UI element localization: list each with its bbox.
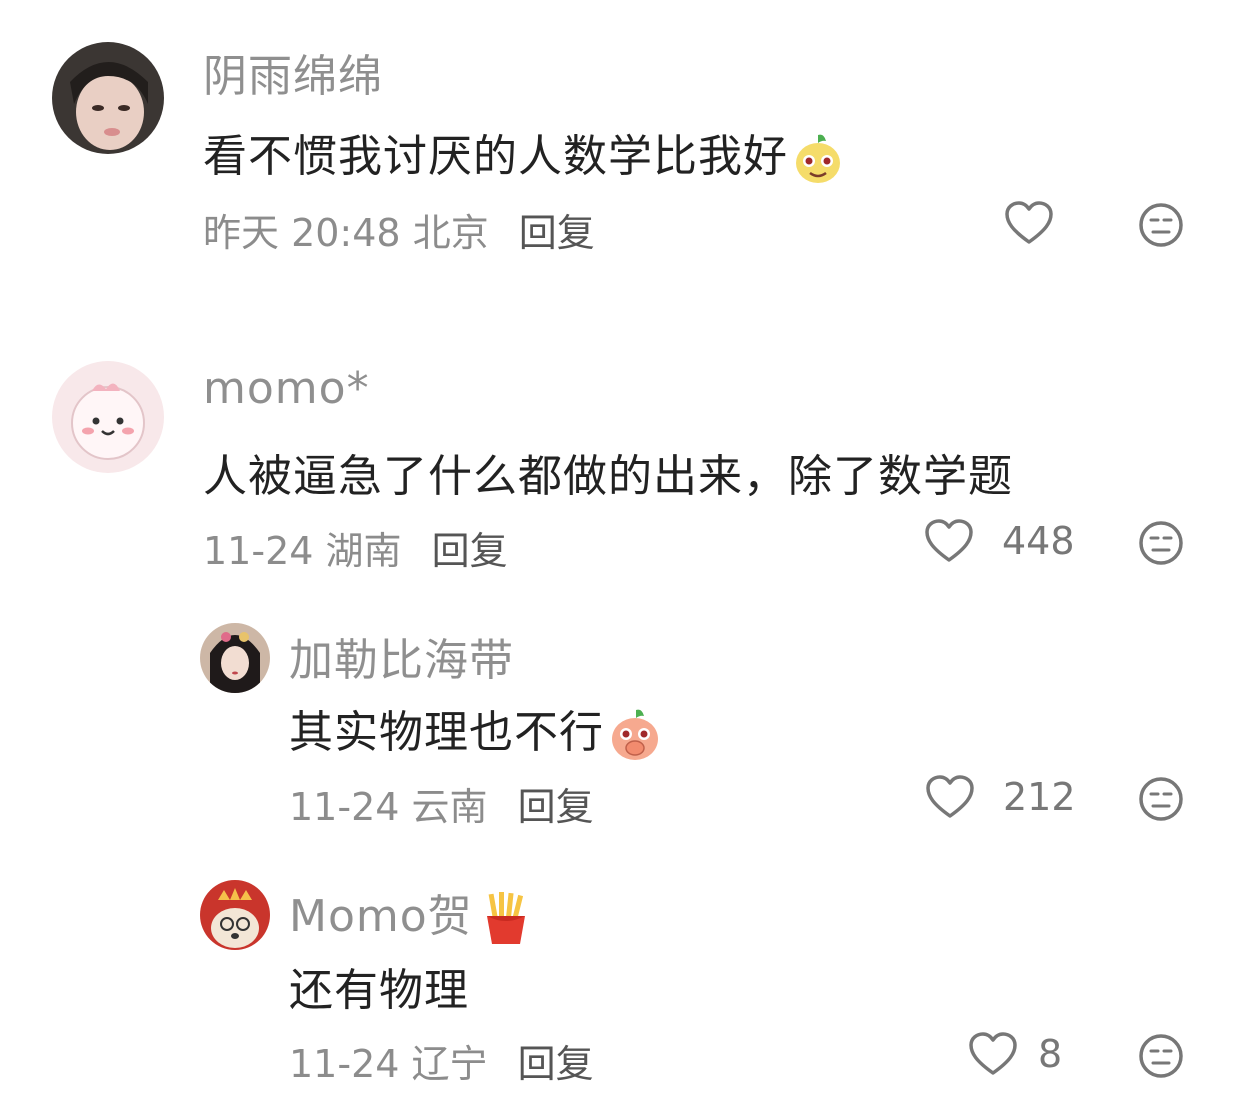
reply-button[interactable]: 回复: [518, 1042, 594, 1086]
like-count: 8: [1038, 1032, 1063, 1076]
comment-time: 11-24: [289, 1042, 400, 1086]
reply-item: Momo贺 还有物理 11-24 辽宁 回复 8: [0, 0, 1260, 1098]
username: Momo贺: [289, 880, 529, 946]
french-fries-icon: [483, 892, 529, 946]
comment-location: 辽宁: [411, 1042, 488, 1086]
comment-meta: 11-24 辽宁 回复: [289, 1033, 594, 1088]
comment-text-content: 还有物理: [289, 965, 469, 1016]
like-button[interactable]: 8: [968, 1031, 1062, 1077]
neutral-face-icon[interactable]: [1138, 1033, 1184, 1079]
avatar[interactable]: [200, 880, 270, 950]
comment-text: 还有物理: [289, 954, 469, 1018]
username-text[interactable]: Momo贺: [289, 891, 473, 942]
heart-outline-icon: [968, 1031, 1018, 1077]
